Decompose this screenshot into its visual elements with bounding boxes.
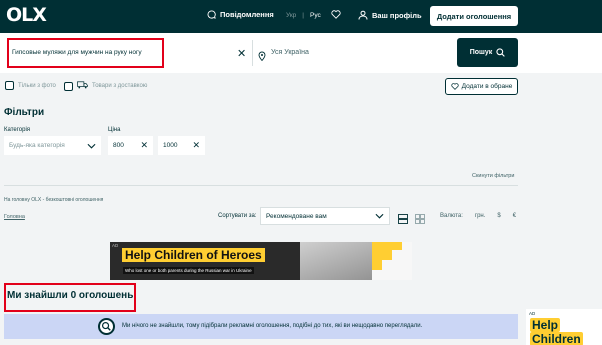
sort-select[interactable]: Рекомендоване вам	[260, 207, 390, 225]
list-view-icon[interactable]	[398, 211, 408, 229]
olx-logo[interactable]: OLX	[6, 4, 47, 28]
search-icon	[496, 48, 506, 57]
ad-banner-subtitle: Who lost one or both parents during the …	[123, 267, 254, 274]
sort-label: Сортувати за:	[218, 213, 257, 219]
side-ad[interactable]: AD Help Children	[526, 309, 602, 345]
location-pin-icon	[258, 48, 266, 66]
ad-banner-stairs-graphic	[372, 242, 412, 280]
truck-icon	[77, 81, 88, 91]
no-results-text: Ми нічого не знайшли, тому підібрали рек…	[122, 323, 423, 329]
messages-link[interactable]: Повідомлення	[207, 10, 274, 19]
price-min-value: 800	[113, 142, 124, 149]
side-ad-line1: Help	[530, 318, 561, 332]
heart-outline-icon	[451, 83, 459, 90]
lang-separator: |	[302, 12, 304, 19]
sort-value: Рекомендоване вам	[266, 212, 327, 220]
side-ad-line2: Children	[530, 332, 583, 345]
magnifier-icon	[98, 318, 115, 335]
clear-min-icon[interactable]: ✕	[140, 140, 148, 151]
currency-switch: Валюта: грн. $ €	[440, 213, 516, 219]
lang-rus[interactable]: Рус	[310, 12, 321, 19]
reset-filters-link[interactable]: Скинути фільтри	[472, 173, 514, 179]
category-value: Будь-яка категорія	[9, 142, 65, 149]
search-button-label: Пошук	[469, 49, 493, 56]
heart-icon	[331, 10, 341, 19]
photo-only-checkbox[interactable]	[5, 81, 14, 90]
results-highlight-box	[4, 283, 136, 312]
ad-banner-tag: AD	[112, 243, 119, 248]
search-button[interactable]: Пошук	[457, 38, 518, 67]
price-label: Ціна	[108, 127, 121, 133]
post-ad-button[interactable]: Додати оголошення	[430, 6, 518, 26]
delivery-label: Товари з доставкою	[92, 83, 148, 89]
add-to-favorites-button[interactable]: Додати в обране	[445, 78, 518, 95]
photo-only-label: Тільки з фото	[18, 82, 56, 89]
breadcrumb-info: На головну OLX - безкоштовні оголошення	[4, 197, 104, 203]
search-highlight-box	[7, 38, 164, 68]
category-select[interactable]: Будь-яка категорія	[4, 136, 101, 155]
clear-max-icon[interactable]: ✕	[192, 140, 200, 151]
filters-title: Фільтри	[4, 107, 45, 118]
lang-ukr[interactable]: Укр	[286, 12, 296, 19]
chevron-down-icon	[87, 143, 96, 149]
photo-only-option[interactable]: Тільки з фото	[5, 81, 56, 90]
section-divider	[4, 185, 518, 186]
currency-eur[interactable]: €	[513, 213, 516, 219]
profile-link[interactable]: Ваш профіль	[358, 10, 422, 20]
home-breadcrumb-link[interactable]: Головна	[4, 214, 25, 220]
grid-view-icon[interactable]	[415, 211, 425, 229]
profile-label: Ваш профіль	[372, 10, 422, 20]
side-ad-tag: AD	[529, 311, 536, 316]
favorites-heart-link[interactable]	[331, 10, 341, 19]
currency-uah[interactable]: грн.	[475, 213, 486, 219]
price-max-value: 1000	[163, 142, 178, 149]
ad-banner-title: Help Children of Heroes	[122, 248, 265, 262]
add-to-favorites-label: Додати в обране	[461, 83, 513, 90]
currency-usd[interactable]: $	[497, 213, 500, 219]
messages-label: Повідомлення	[220, 10, 274, 19]
category-label: Категорія	[4, 127, 31, 133]
no-results-notice: Ми нічого не знайшли, тому підібрали рек…	[4, 314, 518, 339]
delivery-checkbox[interactable]	[64, 81, 73, 91]
location-input[interactable]: Уся Україна	[271, 49, 309, 56]
language-switch: Укр | Рус	[286, 12, 321, 19]
chat-icon	[207, 10, 216, 19]
chevron-down-icon	[375, 213, 384, 219]
currency-label: Валюта:	[440, 213, 463, 219]
ad-banner[interactable]: AD Help Children of Heroes Who lost one …	[110, 242, 412, 280]
price-min-input[interactable]: 800 ✕	[108, 136, 153, 155]
delivery-option[interactable]: Товари з доставкою	[64, 81, 147, 91]
user-icon	[358, 10, 368, 20]
price-max-input[interactable]: 1000 ✕	[158, 136, 205, 155]
search-divider	[252, 40, 253, 66]
clear-search-icon[interactable]: ✕	[237, 47, 246, 60]
